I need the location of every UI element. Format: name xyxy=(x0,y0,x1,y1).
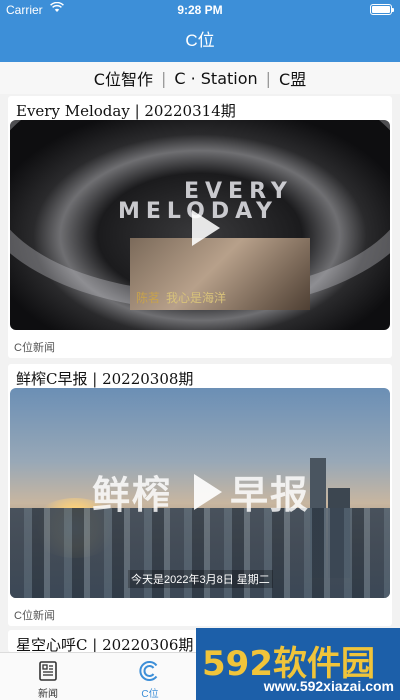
article-source: C位新闻 xyxy=(14,342,55,354)
segment-c-zhizuo[interactable]: C位智作 xyxy=(94,66,153,90)
article-source: C位新闻 xyxy=(14,610,55,622)
article-card[interactable]: Every Meloday | 20220314期 EVERY MELODAY … xyxy=(8,96,392,358)
thumbnail-caption: 今天是2022年3月8日 星期二 xyxy=(128,570,273,588)
segment-control: C位智作 | C · Station | C盟 xyxy=(0,62,400,94)
status-bar: Carrier 9:28 PM xyxy=(0,0,400,20)
play-icon[interactable] xyxy=(174,200,230,256)
tab-c-position[interactable]: C位 xyxy=(110,653,190,700)
clock: 9:28 PM xyxy=(177,3,223,17)
watermark-url: www.592xiazai.com xyxy=(263,678,394,694)
article-card[interactable]: 鲜榨C早报 | 20220308期 鲜榨 早报 今天是2022年3月8日 星期二 … xyxy=(8,364,392,626)
segment-divider: | xyxy=(265,68,272,88)
c-logo-icon xyxy=(138,659,162,683)
segment-c-meng[interactable]: C盟 xyxy=(279,66,306,90)
site-watermark: 592软件园 www.592xiazai.com xyxy=(196,628,400,700)
article-thumbnail[interactable]: 鲜榨 早报 今天是2022年3月8日 星期二 xyxy=(10,388,390,598)
tab-label: C位 xyxy=(141,689,159,700)
brand-right: 早报 xyxy=(230,473,311,517)
article-title[interactable]: Every Meloday | 20220314期 xyxy=(16,100,236,121)
tab-news[interactable]: 新闻 xyxy=(8,653,88,700)
brand-left: 鲜榨 xyxy=(92,473,173,517)
newspaper-icon xyxy=(36,659,60,683)
segment-divider: | xyxy=(160,68,167,88)
article-thumbnail[interactable]: EVERY MELODAY 陈茗 我心是海洋 xyxy=(10,120,390,330)
segment-c-station[interactable]: C · Station xyxy=(174,69,257,88)
tab-label: 新闻 xyxy=(38,689,58,700)
nav-title: C位 xyxy=(0,20,400,62)
play-icon[interactable] xyxy=(176,464,232,520)
album-tag: 陈茗 xyxy=(136,291,161,305)
album-text: 我心是海洋 xyxy=(166,291,227,305)
battery-icon xyxy=(370,4,394,15)
article-title[interactable]: 鲜榨C早报 | 20220308期 xyxy=(16,368,193,389)
